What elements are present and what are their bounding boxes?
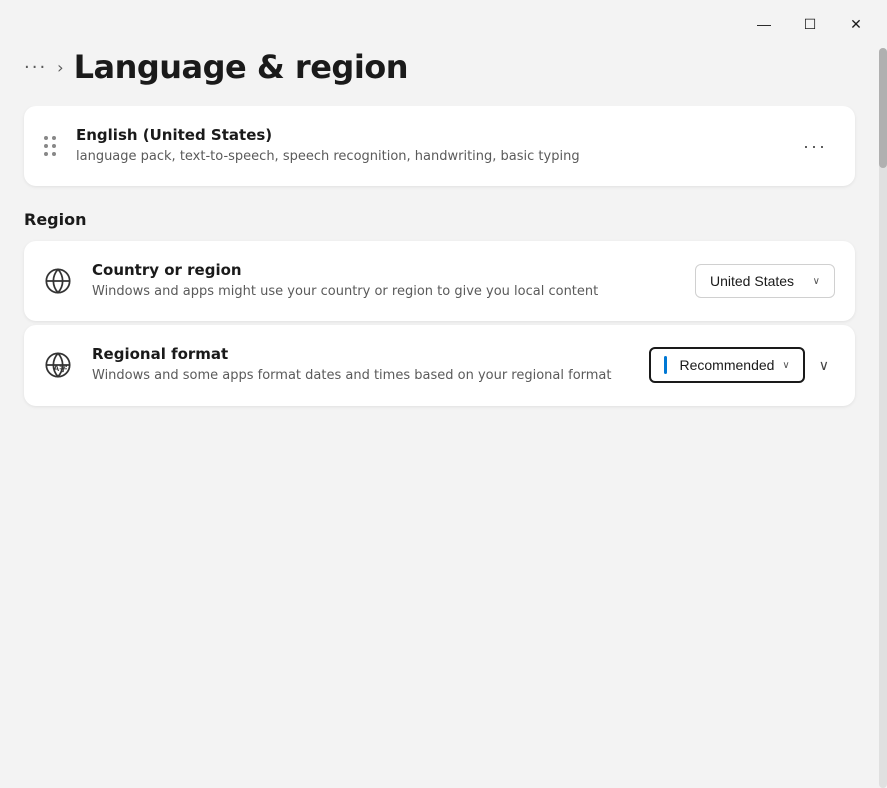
drag-handle[interactable]	[40, 132, 60, 160]
svg-text:A字: A字	[53, 363, 67, 373]
regional-format-icon: A字	[40, 347, 76, 383]
country-region-dropdown[interactable]: United States ∨	[695, 264, 835, 298]
regional-format-chevron-icon: ∨	[782, 360, 789, 371]
language-info: English (United States) language pack, t…	[76, 126, 779, 166]
country-region-card: Country or region Windows and apps might…	[24, 241, 855, 321]
close-button[interactable]: ✕	[833, 8, 879, 40]
breadcrumb-dots[interactable]: ···	[24, 57, 47, 78]
regional-format-expand-button[interactable]: ∨	[813, 351, 835, 380]
maximize-button[interactable]: ☐	[787, 8, 833, 40]
country-region-chevron-icon: ∨	[813, 276, 820, 287]
blue-bar-indicator	[664, 356, 667, 374]
title-bar: — ☐ ✕	[0, 0, 887, 48]
globe-icon	[40, 263, 76, 299]
header: ··· › Language & region	[0, 48, 887, 106]
window: — ☐ ✕ ··· › Language & region	[0, 0, 887, 788]
language-name: English (United States)	[76, 126, 779, 144]
breadcrumb-chevron: ›	[57, 58, 63, 77]
scrollbar-thumb	[879, 48, 887, 168]
title-bar-buttons: — ☐ ✕	[741, 8, 879, 40]
scrollbar[interactable]	[879, 48, 887, 788]
regional-format-label: Regional format	[92, 345, 633, 363]
content: English (United States) language pack, t…	[0, 106, 887, 788]
regional-format-description: Windows and some apps format dates and t…	[92, 367, 633, 385]
region-section-heading: Region	[24, 210, 855, 229]
country-region-label: Country or region	[92, 261, 679, 279]
page-title: Language & region	[74, 48, 408, 86]
country-region-dropdown-value: United States	[710, 273, 794, 289]
regional-format-dropdown[interactable]: Recommended ∨	[649, 347, 804, 383]
regional-format-dropdown-value: Recommended	[679, 357, 774, 373]
regional-format-controls: Recommended ∨ ∨	[649, 347, 835, 383]
regional-format-text: Regional format Windows and some apps fo…	[92, 345, 633, 385]
country-region-description: Windows and apps might use your country …	[92, 283, 679, 301]
language-more-button[interactable]: ···	[795, 132, 835, 161]
country-region-text: Country or region Windows and apps might…	[92, 261, 679, 301]
minimize-button[interactable]: —	[741, 8, 787, 40]
regional-format-card: A字 Regional format Windows and some apps…	[24, 325, 855, 405]
language-description: language pack, text-to-speech, speech re…	[76, 148, 779, 166]
language-card: English (United States) language pack, t…	[24, 106, 855, 186]
